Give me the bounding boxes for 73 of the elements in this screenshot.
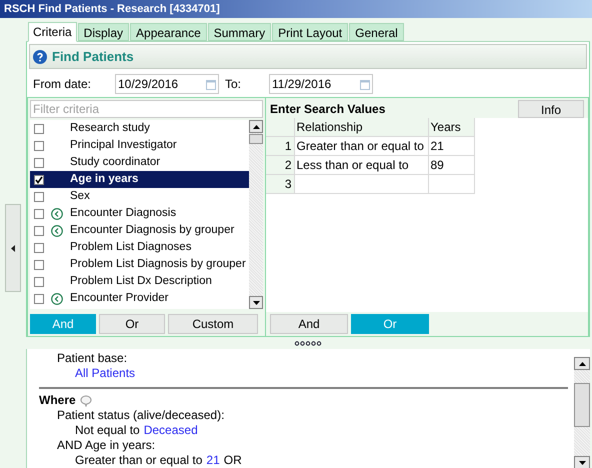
- table-cell[interactable]: Less than or equal to: [294, 156, 428, 174]
- column-header: Relationship: [294, 118, 428, 136]
- criteria-item[interactable]: Age in years: [30, 171, 249, 188]
- section-heading: Where: [39, 393, 76, 408]
- checkbox[interactable]: [34, 242, 44, 252]
- checkbox[interactable]: [34, 276, 44, 286]
- tab[interactable]: Summary: [208, 23, 272, 41]
- comment-icon[interactable]: [80, 394, 92, 406]
- to-date-label: To:: [225, 76, 242, 93]
- left-arrow-icon: [11, 244, 15, 252]
- criteria-item[interactable]: Encounter Provider: [30, 290, 249, 307]
- checkbox[interactable]: [34, 260, 44, 270]
- calendar-icon: [360, 78, 370, 90]
- summary-label: AND Age in years:: [56, 438, 156, 453]
- window-title: RSCH Find Patients - Research [4334701]: [3, 2, 220, 16]
- criteria-item[interactable]: Study coordinator: [30, 154, 249, 171]
- criteria-item[interactable]: Problem List Dx Description: [30, 273, 249, 290]
- row-number: 3: [266, 174, 294, 194]
- summary-link[interactable]: Deceased: [144, 423, 198, 438]
- down-arrow-icon[interactable]: [578, 460, 586, 464]
- summary-link[interactable]: 21: [206, 453, 220, 468]
- scrollbar-thumb[interactable]: [249, 134, 263, 144]
- summary-link[interactable]: All Patients: [75, 366, 136, 380]
- condition-text: Not equal to: [75, 423, 140, 438]
- from-date-field[interactable]: 10/29/2016: [115, 74, 219, 94]
- scrollbar[interactable]: [249, 120, 263, 309]
- tab[interactable]: Display: [78, 23, 130, 41]
- checkbox[interactable]: [34, 158, 44, 168]
- scrollbar[interactable]: [574, 357, 590, 468]
- table-cell[interactable]: 21: [428, 136, 474, 156]
- splitter-handle-icon[interactable]: [294, 340, 322, 346]
- condition-text: OR: [224, 453, 242, 468]
- checkbox[interactable]: [34, 192, 44, 202]
- checkbox[interactable]: [34, 124, 44, 134]
- criteria-item[interactable]: Sex: [30, 188, 249, 205]
- from-date-label: From date:: [33, 76, 92, 93]
- section-title: Enter Search Values: [270, 101, 386, 118]
- criteria-item[interactable]: Encounter Diagnosis by grouper: [30, 222, 249, 239]
- summary-label: Patient status (alive/deceased):: [56, 408, 226, 423]
- tab[interactable]: Print Layout: [272, 23, 348, 41]
- condition-text: Greater than or equal to: [75, 453, 202, 468]
- help-icon: [33, 50, 47, 64]
- up-arrow-icon[interactable]: [252, 124, 260, 128]
- table-cell[interactable]: Greater than or equal to: [294, 136, 428, 156]
- checkbox[interactable]: [34, 294, 44, 304]
- header-title: Find Patients: [52, 48, 134, 66]
- logic-button[interactable]: Or: [99, 314, 165, 334]
- tab[interactable]: Appearance: [130, 23, 207, 41]
- logic-button[interactable]: And: [270, 314, 348, 334]
- row-number: 2: [266, 156, 294, 174]
- table-cell[interactable]: 89: [428, 156, 474, 174]
- tab[interactable]: General: [349, 23, 404, 41]
- to-date-field[interactable]: 11/29/2016: [269, 74, 373, 94]
- scrollbar-thumb[interactable]: [574, 383, 590, 427]
- checkbox[interactable]: [34, 208, 44, 218]
- logic-button[interactable]: Custom: [168, 314, 258, 334]
- up-arrow-icon[interactable]: [578, 362, 586, 366]
- summary-label: Patient base:: [56, 351, 128, 366]
- filter-field[interactable]: Filter criteria: [30, 100, 263, 118]
- info-button[interactable]: Info: [518, 100, 584, 118]
- row-number: 1: [266, 136, 294, 156]
- criteria-item[interactable]: Problem List Diagnoses: [30, 239, 249, 256]
- checkbox[interactable]: [34, 140, 44, 150]
- criteria-item[interactable]: Research study: [30, 120, 249, 137]
- criteria-item[interactable]: Principal Investigator: [30, 137, 249, 154]
- tab[interactable]: Criteria: [28, 22, 77, 42]
- checkbox[interactable]: [34, 226, 44, 236]
- criteria-item[interactable]: Encounter Diagnosis: [30, 205, 249, 222]
- down-arrow-icon[interactable]: [252, 300, 260, 304]
- checkbox[interactable]: [34, 174, 44, 184]
- calendar-icon: [206, 78, 216, 90]
- criteria-item[interactable]: Problem List Diagnosis by grouper: [30, 256, 249, 273]
- column-header: Years: [428, 118, 474, 136]
